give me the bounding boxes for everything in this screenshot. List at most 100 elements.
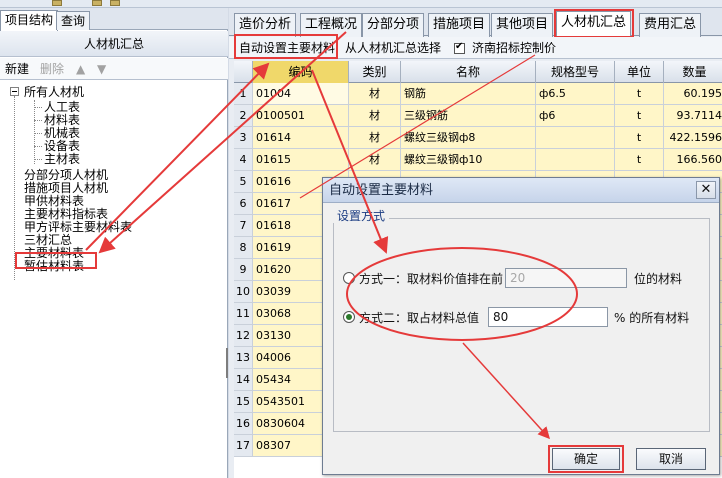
cell-category[interactable]: 材: [349, 83, 401, 104]
cell-code[interactable]: 01004: [253, 83, 349, 104]
row-number: 3: [234, 127, 253, 148]
option1-suffix: 位的材料: [634, 272, 683, 286]
cell-quantity[interactable]: 166.560: [664, 149, 722, 170]
tab-project-structure[interactable]: 项目结构: [0, 10, 59, 31]
header-category[interactable]: 类别: [349, 61, 401, 83]
cell-name[interactable]: 三级钢筋: [401, 105, 536, 126]
ok-button[interactable]: 确定: [552, 448, 620, 470]
header-name[interactable]: 名称: [401, 61, 536, 83]
row-number: 10: [234, 281, 253, 302]
toolbar-icon[interactable]: [110, 0, 120, 6]
row-number: 1: [234, 83, 253, 104]
left-tab-bar: 项目结构 查询: [0, 8, 228, 31]
row-number: 8: [234, 237, 253, 258]
cell-unit[interactable]: t: [615, 149, 664, 170]
cell-category[interactable]: 材: [349, 105, 401, 126]
tree-line: [34, 100, 35, 164]
table-row[interactable]: 1 01004 材钢筋 ф6.5 t 60.195: [234, 83, 722, 105]
option1-label: 方式一：取材料价值排在前: [359, 272, 504, 286]
annotation-box-main-materials: [15, 252, 97, 269]
select-from-summary-button[interactable]: 从人材机汇总选择: [345, 40, 441, 56]
cell-quantity[interactable]: 422.1596: [664, 127, 722, 148]
option1-radio[interactable]: [343, 272, 355, 284]
row-number: 5: [234, 171, 253, 192]
tree-item-all-resources[interactable]: 所有人材机: [24, 86, 84, 99]
tree-line: [34, 133, 42, 134]
annotation-box-auto-set: [234, 34, 338, 59]
table-row[interactable]: 3 01614 材螺纹三级钢ф8 t 422.1596: [234, 127, 722, 149]
tab-division-items[interactable]: 分部分项: [362, 13, 425, 37]
cell-spec[interactable]: ф6: [536, 105, 615, 126]
cell-unit[interactable]: t: [615, 105, 664, 126]
jinan-checkbox[interactable]: [454, 41, 465, 54]
top-toolbar-strip: [0, 0, 722, 8]
tree-line: [34, 120, 42, 121]
left-toolbar: 新建 删除 ▲ ▼: [0, 58, 228, 80]
header-spec[interactable]: 规格型号: [536, 61, 615, 83]
delete-button[interactable]: 删除: [40, 61, 64, 77]
row-number: 6: [234, 193, 253, 214]
row-number: 12: [234, 325, 253, 346]
toolbar-icon[interactable]: [52, 0, 62, 6]
row-number: 13: [234, 347, 253, 368]
row-number: 7: [234, 215, 253, 236]
header-code[interactable]: 编码: [253, 61, 349, 83]
tab-resource-summary[interactable]: 人材机汇总: [556, 11, 632, 37]
main-tab-bar: 造价分析 工程概况 分部分项 措施项目 其他项目 人材机汇总 费用汇总: [229, 8, 722, 37]
dialog-title: 自动设置主要材料: [329, 183, 434, 198]
splitter-handle[interactable]: [226, 348, 228, 378]
row-number: 14: [234, 369, 253, 390]
cell-name[interactable]: 螺纹三级钢ф10: [401, 149, 536, 170]
cell-quantity[interactable]: 93.7114: [664, 105, 722, 126]
row-number: 16: [234, 413, 253, 434]
cell-category[interactable]: 材: [349, 149, 401, 170]
tab-measure-items[interactable]: 措施项目: [428, 13, 491, 37]
cell-unit[interactable]: t: [615, 127, 664, 148]
table-row[interactable]: 2 0100501 材三级钢筋 ф6 t 93.7114: [234, 105, 722, 127]
cell-category[interactable]: 材: [349, 127, 401, 148]
option1-rank-input[interactable]: [505, 268, 627, 288]
tree-line: [34, 107, 42, 108]
collapse-icon[interactable]: [10, 87, 19, 96]
header-unit[interactable]: 单位: [615, 61, 664, 83]
row-number: 2: [234, 105, 253, 126]
cell-code[interactable]: 01615: [253, 149, 349, 170]
row-number: 11: [234, 303, 253, 324]
tab-other-items[interactable]: 其他项目: [491, 13, 554, 37]
cell-spec[interactable]: ф6.5: [536, 83, 615, 104]
cell-code[interactable]: 01614: [253, 127, 349, 148]
cell-code[interactable]: 0100501: [253, 105, 349, 126]
option2-suffix: % 的所有材料: [614, 311, 690, 325]
dialog-title-bar[interactable]: 自动设置主要材料 ✕: [323, 178, 719, 203]
group-legend: 设置方式: [333, 209, 390, 223]
grid-header: 编码 类别 名称 规格型号 单位 数量: [234, 61, 722, 83]
move-down-icon[interactable]: ▼: [97, 61, 106, 77]
tree-line: [34, 146, 42, 147]
cell-name[interactable]: 螺纹三级钢ф8: [401, 127, 536, 148]
row-number: 17: [234, 435, 253, 456]
new-button[interactable]: 新建: [5, 61, 29, 77]
cell-quantity[interactable]: 60.195: [664, 83, 722, 104]
option2-percent-input[interactable]: [488, 307, 608, 327]
close-icon[interactable]: ✕: [696, 181, 716, 199]
move-up-icon[interactable]: ▲: [76, 61, 85, 77]
category-tree: 所有人材机 人工表 材料表 机械表 设备表 主材表 分部分项人材机 措施项目人材…: [0, 82, 228, 478]
row-number: 4: [234, 149, 253, 170]
tab-fee-summary[interactable]: 费用汇总: [639, 13, 702, 37]
cell-name[interactable]: 钢筋: [401, 83, 536, 104]
left-panel: 项目结构 查询 人材机汇总 新建 删除 ▲ ▼ 所有人材机 人工表 材料表 机械…: [0, 8, 228, 478]
cell-unit[interactable]: t: [615, 83, 664, 104]
jinan-checkbox-label: 济南招标控制价: [472, 41, 557, 55]
tree-item-main-materials-sub[interactable]: 主材表: [44, 153, 80, 166]
header-corner: [234, 61, 253, 83]
tab-query[interactable]: 查询: [56, 11, 91, 30]
cell-spec[interactable]: [536, 127, 615, 148]
toolbar-icon[interactable]: [92, 0, 102, 6]
option2-radio[interactable]: [343, 311, 355, 323]
cell-spec[interactable]: [536, 149, 615, 170]
cancel-button[interactable]: 取消: [636, 448, 706, 470]
auto-set-dialog: 自动设置主要材料 ✕ 设置方式 方式一：取材料价值排在前 位的材料 方式二：取占…: [322, 177, 720, 475]
row-number: 15: [234, 391, 253, 412]
header-quantity[interactable]: 数量: [664, 61, 722, 83]
table-row[interactable]: 4 01615 材螺纹三级钢ф10 t 166.560: [234, 149, 722, 171]
